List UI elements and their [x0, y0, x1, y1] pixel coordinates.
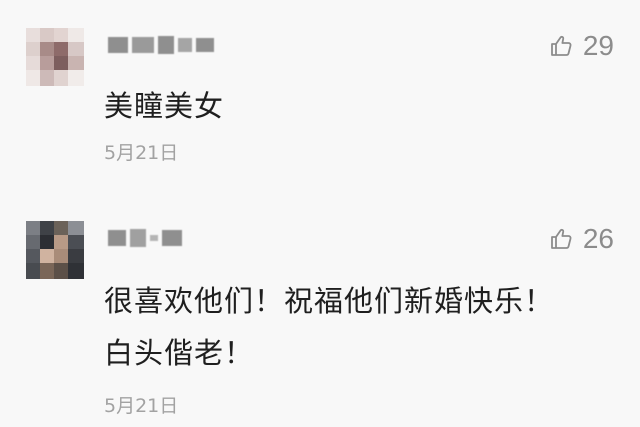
username-pixelated — [108, 37, 128, 53]
username-pixelated — [162, 230, 182, 246]
comment-item: 26 很喜欢他们！祝福他们新婚快乐！ 白头偕老！ 5月21日 — [0, 221, 640, 421]
comment-line: 白头偕老！ — [104, 336, 255, 370]
comment-text: 美瞳美女 — [104, 80, 224, 132]
like-button[interactable]: 26 — [549, 223, 614, 255]
like-count: 26 — [582, 223, 614, 254]
username[interactable] — [104, 223, 182, 253]
thumbs-up-icon — [550, 228, 572, 249]
username-pixelated — [150, 235, 158, 241]
username-pixelated — [178, 38, 192, 52]
avatar-image — [26, 28, 84, 86]
avatar[interactable] — [26, 221, 84, 279]
comment-text: 很喜欢他们！祝福他们新婚快乐！ 白头偕老！ — [104, 275, 554, 379]
thumbs-up-icon — [550, 35, 572, 56]
username-pixelated — [130, 229, 146, 247]
username[interactable] — [104, 30, 214, 60]
avatar-image — [26, 221, 84, 279]
comment-line: 美瞳美女 — [104, 89, 225, 123]
username-pixelated — [196, 38, 214, 52]
comment-date: 5月21日 — [104, 142, 179, 164]
username-pixelated — [158, 36, 174, 54]
comment-date: 5月21日 — [104, 395, 179, 417]
comment-line: 很喜欢他们！祝福他们新婚快乐！ — [104, 284, 555, 318]
comment-item: 29 美瞳美女 5月21日 — [0, 28, 640, 178]
username-pixelated — [132, 37, 154, 53]
like-button[interactable]: 29 — [549, 30, 614, 62]
username-pixelated — [108, 230, 126, 246]
like-count: 29 — [582, 30, 614, 61]
avatar[interactable] — [26, 28, 84, 86]
